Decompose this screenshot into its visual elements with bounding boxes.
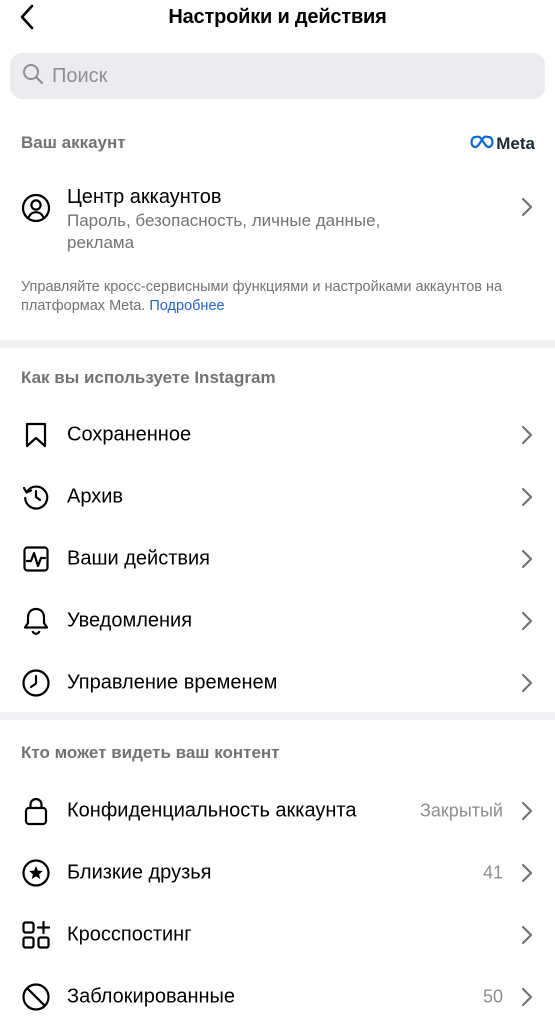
menu-item-label: Ваши действия [67, 547, 210, 570]
activity-icon [20, 543, 52, 575]
menu-item-value: 41 [482, 862, 503, 883]
search-input[interactable]: Поиск [10, 53, 545, 99]
chevron-right-icon [519, 800, 535, 822]
chevron-right-icon [519, 424, 535, 446]
chevron-right-icon [519, 486, 535, 508]
menu-item-label: Управление временем [67, 671, 278, 694]
account-section-heading: Ваш аккаунт [21, 133, 126, 152]
chevron-right-icon [519, 862, 535, 884]
user-circle-icon [20, 192, 52, 224]
menu-item-your-activity[interactable]: Ваши действия [0, 528, 555, 590]
menu-item-saved[interactable]: Сохраненное [0, 404, 555, 466]
accounts-center-item[interactable]: Центр аккаунтов Пароль, безопасность, ли… [0, 184, 555, 256]
chevron-right-icon [519, 610, 535, 632]
chevron-right-icon [519, 548, 535, 570]
account-section: Ваш аккаунт Meta Центр аккаунтов Пароль,… [0, 116, 555, 340]
menu-item-close-friends[interactable]: Близкие друзья 41 [0, 842, 555, 904]
bell-icon [20, 605, 52, 637]
menu-item-label: Кросспостинг [67, 923, 192, 946]
archive-history-icon [20, 481, 52, 513]
menu-item-notifications[interactable]: Уведомления [0, 590, 555, 652]
page-title: Настройки и действия [168, 6, 387, 28]
menu-item-crossposting[interactable]: Кросспостинг [0, 904, 555, 966]
menu-item-account-privacy[interactable]: Конфиденциальность аккаунта Закрытый [0, 780, 555, 842]
visibility-section: Кто может видеть ваш контент Конфиденциа… [0, 720, 555, 1024]
menu-item-label: Близкие друзья [67, 861, 212, 884]
menu-item-value: Закрытый [420, 800, 503, 821]
learn-more-link[interactable]: Подробнее [149, 298, 224, 314]
top-bar: Настройки и действия [0, 0, 555, 44]
menu-item-label: Уведомления [67, 609, 193, 632]
accounts-center-subtitle: Пароль, безопасность, личные данные, рек… [67, 211, 381, 252]
meta-logo: Meta [470, 134, 535, 154]
meta-brand-text: Meta [496, 134, 535, 153]
menu-item-blocked[interactable]: Заблокированные 50 [0, 966, 555, 1024]
search-placeholder: Поиск [52, 64, 108, 87]
accounts-center-description: Управляйте кросс-сервисными функциями и … [21, 278, 521, 316]
menu-item-label: Конфиденциальность аккаунта [67, 799, 357, 822]
blocked-icon [20, 981, 52, 1013]
meta-infinity-icon [470, 134, 494, 154]
menu-item-label: Заблокированные [67, 985, 236, 1008]
usage-section: Как вы используете Instagram Сохраненное… [0, 348, 555, 712]
bookmark-icon [20, 419, 52, 451]
chevron-right-icon [519, 986, 535, 1008]
star-circle-icon [20, 857, 52, 889]
visibility-section-heading: Кто может видеть ваш контент [21, 743, 280, 762]
chevron-right-icon [519, 924, 535, 946]
description-text: Управляйте кросс-сервисными функциями и … [21, 279, 503, 314]
chevron-right-icon [519, 196, 535, 218]
menu-item-label: Сохраненное [67, 423, 192, 446]
search-area: Поиск [0, 44, 555, 116]
menu-item-label: Архив [67, 485, 124, 508]
chevron-right-icon [519, 672, 535, 694]
crosspost-grid-icon [20, 919, 52, 951]
lock-icon [20, 795, 52, 827]
clock-icon [20, 667, 52, 699]
menu-item-time-management[interactable]: Управление временем [0, 652, 555, 714]
accounts-center-title: Центр аккаунтов [67, 186, 222, 208]
menu-item-archive[interactable]: Архив [0, 466, 555, 528]
menu-item-value: 50 [482, 986, 503, 1007]
search-icon [22, 63, 52, 90]
usage-section-heading: Как вы используете Instagram [21, 368, 276, 387]
